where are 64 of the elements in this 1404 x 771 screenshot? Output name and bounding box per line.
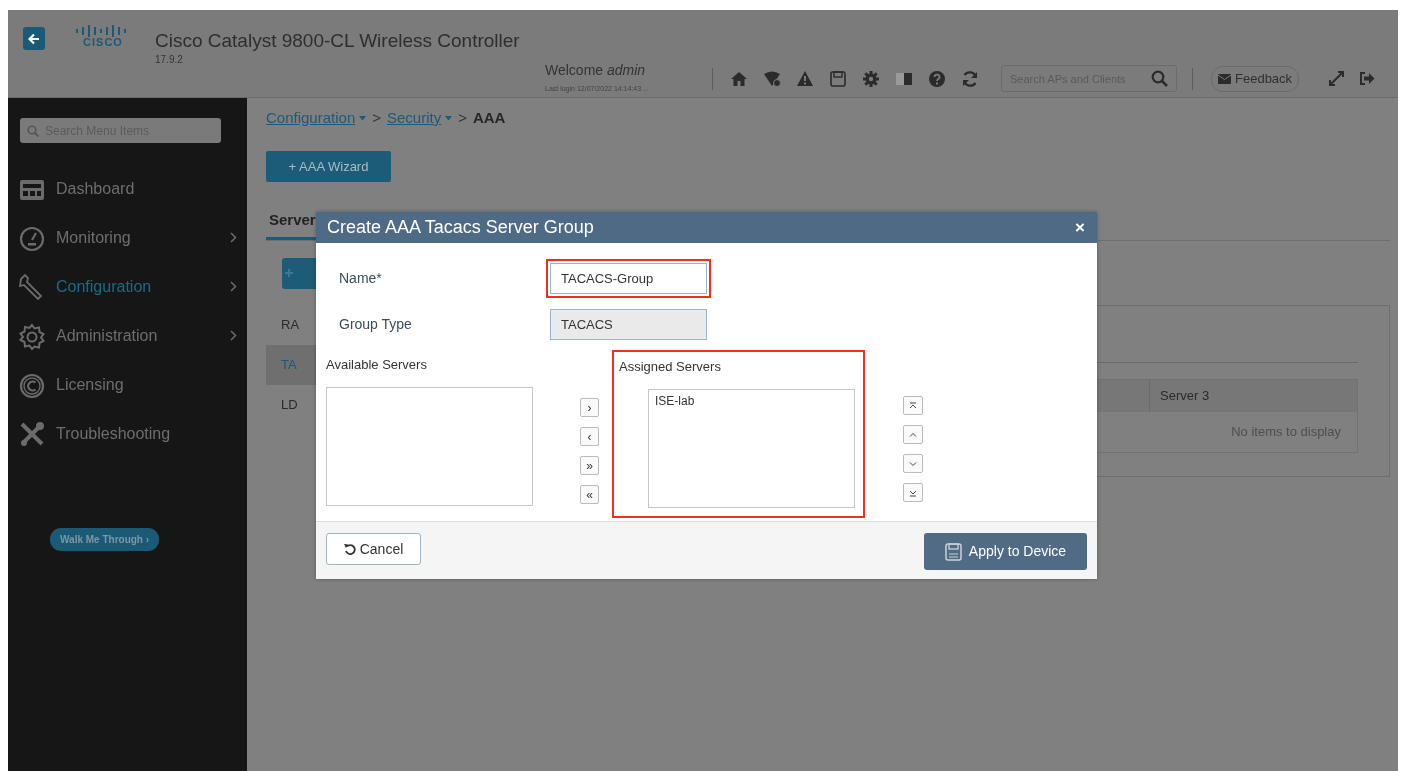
list-option[interactable]: ISE-lab xyxy=(655,392,848,410)
column-header: Server 3 xyxy=(1149,379,1357,412)
sidebar-item[interactable]: Troubleshooting xyxy=(8,409,247,458)
logo-text: CISCO xyxy=(83,37,123,48)
breadcrumb-separator: > xyxy=(372,107,381,128)
undo-icon xyxy=(343,543,356,555)
move-bottom-icon xyxy=(908,488,918,497)
logout-icon[interactable] xyxy=(1359,71,1376,86)
gear-icon[interactable] xyxy=(862,69,880,88)
search-icon xyxy=(27,124,39,137)
cancel-button[interactable]: Cancel xyxy=(326,533,421,565)
chevron-up-icon xyxy=(908,430,918,439)
close-button[interactable]: × xyxy=(1073,219,1087,236)
aaa-wizard-button[interactable]: + AAA Wizard xyxy=(266,151,391,182)
sidebar-item[interactable]: Licensing xyxy=(8,360,247,409)
move-button[interactable]: › xyxy=(580,398,599,417)
chevron-down-icon xyxy=(908,459,918,468)
breadcrumb-link[interactable]: Configuration xyxy=(266,106,367,130)
gear-icon xyxy=(18,321,46,350)
disabled-field: TACACS xyxy=(550,309,707,340)
move-top-icon xyxy=(908,401,918,410)
sidebar-item[interactable]: Monitoring xyxy=(8,213,247,262)
back-button[interactable] xyxy=(23,27,45,50)
input-field[interactable]: TACACS-Group xyxy=(550,263,707,294)
envelope-icon xyxy=(1218,73,1231,84)
list-label: Assigned Servers xyxy=(619,358,722,376)
move-button[interactable]: « xyxy=(580,485,599,504)
move-button[interactable]: ‹ xyxy=(580,427,599,446)
help-icon[interactable] xyxy=(928,69,946,88)
breadcrumb-separator: > xyxy=(458,107,467,128)
move-bottom-button[interactable] xyxy=(903,483,923,502)
feedback-button[interactable]: Feedback xyxy=(1211,65,1300,92)
apply-button[interactable]: Apply to Device xyxy=(924,533,1087,570)
list-label: Available Servers xyxy=(326,356,428,374)
sidebar-item[interactable]: Dashboard xyxy=(8,164,247,213)
save-icon xyxy=(944,542,962,561)
back-arrow-icon xyxy=(28,32,40,45)
move-top-button[interactable] xyxy=(903,396,923,415)
move-down-button[interactable] xyxy=(903,454,923,473)
plus-icon xyxy=(285,269,293,277)
dialog-title: Create AAA Tacacs Server Group xyxy=(327,216,594,239)
sidebar-item[interactable]: Configuration xyxy=(8,262,247,311)
breadcrumb-current: AAA xyxy=(472,107,506,128)
warning-icon[interactable] xyxy=(796,69,814,88)
tools-icon xyxy=(18,419,46,448)
wireless-gear-icon[interactable] xyxy=(763,69,781,88)
move-up-button[interactable] xyxy=(903,425,923,444)
welcome-text: Welcome admin xyxy=(545,61,647,80)
add-button[interactable] xyxy=(282,257,316,289)
field-label: Group Type xyxy=(338,315,413,334)
assigned-servers-list[interactable]: ISE-lab xyxy=(648,389,855,508)
save-icon[interactable] xyxy=(829,69,847,88)
sidebar-item[interactable]: Administration xyxy=(8,311,247,360)
version-label: 17.9.2 xyxy=(155,52,184,67)
walk-me-through-button[interactable]: Walk Me Through › xyxy=(50,528,160,551)
list-item[interactable]: RA xyxy=(266,304,316,345)
list-item[interactable]: LD xyxy=(266,384,316,425)
move-button[interactable]: » xyxy=(580,456,599,475)
app-title: Cisco Catalyst 9800-CL Wireless Controller xyxy=(155,31,521,52)
refresh-icon[interactable] xyxy=(961,69,979,88)
home-icon[interactable] xyxy=(730,69,748,88)
breadcrumb-link[interactable]: Security xyxy=(387,106,453,130)
field-label: Name* xyxy=(338,269,383,288)
expand-icon[interactable] xyxy=(1329,71,1345,86)
